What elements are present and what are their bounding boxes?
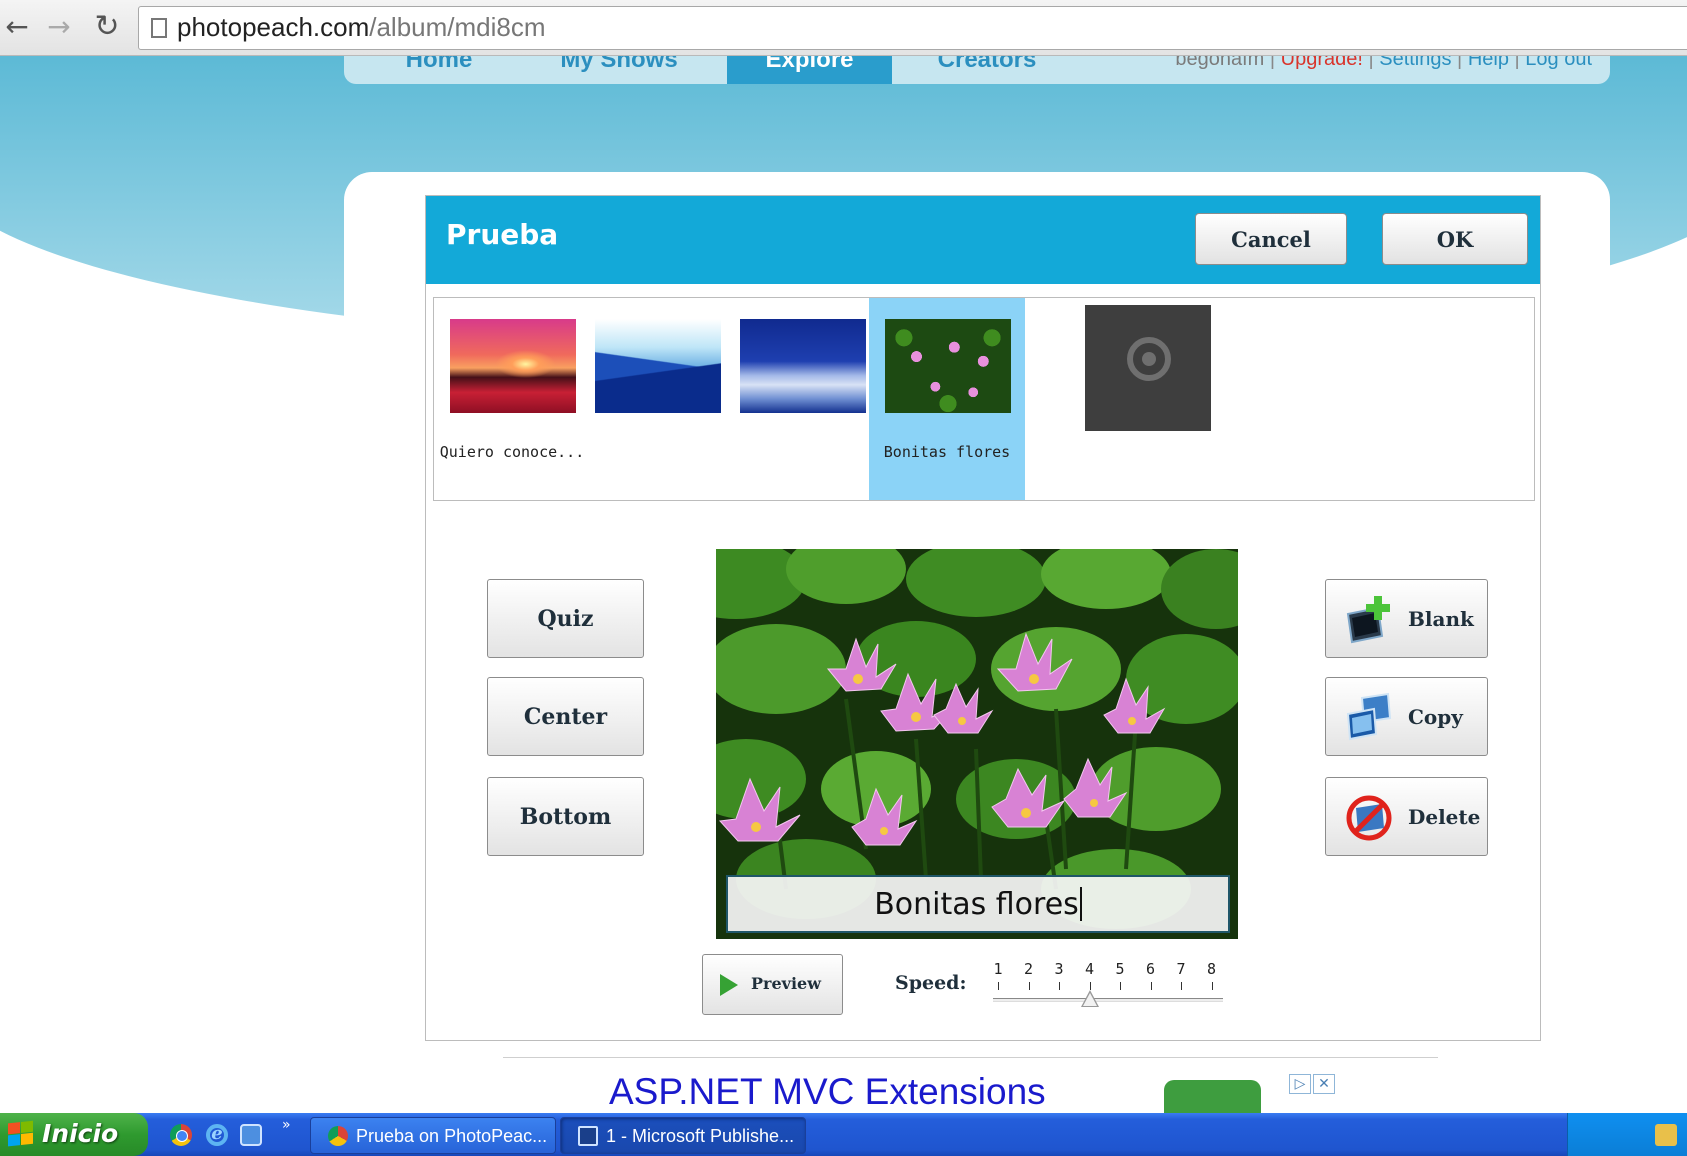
speed-tick-label: 8: [1206, 960, 1217, 978]
speed-slider[interactable]: 1 2 3 4 5 6 7 8: [991, 960, 1229, 1010]
thumbnail-item-selected[interactable]: Bonitas flores: [869, 298, 1025, 500]
center-button[interactable]: Center: [487, 677, 644, 756]
browser-toolbar: ← → ↻ photopeach.com/album/mdi8cm: [0, 0, 1687, 56]
close-ad-icon[interactable]: ✕: [1313, 1074, 1335, 1094]
app-quicklaunch-icon[interactable]: [240, 1124, 262, 1146]
thumbnail-item[interactable]: [724, 298, 880, 500]
copy-label: Copy: [1408, 704, 1463, 729]
settings-link[interactable]: Settings: [1379, 56, 1451, 70]
logout-link[interactable]: Log out: [1525, 56, 1592, 70]
bottom-button[interactable]: Bottom: [487, 777, 644, 856]
speed-tick-mark: [1089, 982, 1091, 990]
flowers-thumbnail: [885, 319, 1011, 413]
editor-header: Prueba Cancel OK: [426, 196, 1540, 284]
blank-slide-icon: [1346, 596, 1390, 644]
sunset-thumbnail: [450, 319, 576, 413]
task-button-publisher[interactable]: 1 - Microsoft Publishe...: [560, 1117, 806, 1154]
speed-tick-label: 5: [1115, 960, 1125, 978]
play-icon: [720, 974, 738, 996]
blank-label: Blank: [1408, 606, 1474, 631]
page-icon: [151, 18, 167, 38]
slider-track[interactable]: [993, 998, 1223, 1002]
back-arrow-icon[interactable]: ←: [0, 8, 34, 46]
speed-tick-mark: [1120, 982, 1121, 990]
help-link[interactable]: Help: [1468, 56, 1509, 70]
slide-editor: Prueba Cancel OK Quiero conoce... Bonita…: [425, 195, 1541, 1041]
start-label: Inicio: [42, 1119, 119, 1148]
speed-label: Speed:: [895, 972, 967, 994]
placeholder-thumbnail[interactable]: [1085, 305, 1211, 431]
url-domain: photopeach.com: [177, 12, 370, 42]
ie-quicklaunch-icon[interactable]: e: [206, 1124, 228, 1146]
speed-tick-mark: [998, 982, 999, 990]
thumbnail-strip: Quiero conoce... Bonitas flores: [433, 297, 1535, 501]
cancel-button[interactable]: Cancel: [1195, 213, 1347, 265]
separator: |: [1362, 56, 1380, 70]
task-label: 1 - Microsoft Publishe...: [606, 1126, 795, 1146]
speed-tick-label: 4: [1084, 960, 1095, 978]
separator: |: [1264, 56, 1281, 70]
chrome-icon: [328, 1126, 348, 1146]
ad-divider: [503, 1057, 1438, 1058]
delete-button[interactable]: Delete: [1325, 777, 1488, 856]
separator: |: [1451, 56, 1468, 70]
delete-label: Delete: [1408, 804, 1481, 829]
speed-tick-mark: [1028, 982, 1030, 990]
copy-slide-icon: [1346, 692, 1392, 741]
speed-tick-mark: [1059, 982, 1060, 990]
forward-arrow-icon[interactable]: →: [42, 8, 76, 46]
copy-button[interactable]: Copy: [1325, 677, 1488, 756]
mountains-thumbnail: [595, 319, 721, 413]
thumbnail-caption: Bonitas flores: [883, 443, 1011, 461]
task-label: Prueba on PhotoPeac...: [356, 1126, 548, 1146]
ok-button[interactable]: OK: [1382, 213, 1528, 265]
ad-link[interactable]: ASP.NET MVC Extensions: [609, 1071, 1046, 1113]
username: begonafm: [1175, 56, 1265, 70]
taskbar: Inicio e » Prueba on PhotoPeac... 1 - Mi…: [0, 1113, 1687, 1156]
windows-logo-icon: [8, 1120, 34, 1148]
tray-icon[interactable]: [1655, 1124, 1677, 1146]
address-bar[interactable]: photopeach.com/album/mdi8cm: [138, 6, 1687, 50]
speed-tick-label: 6: [1145, 960, 1156, 978]
thumbnail-item[interactable]: [579, 298, 735, 500]
separator: |: [1508, 56, 1526, 70]
speed-tick-mark: [1211, 982, 1213, 990]
adchoices-icon[interactable]: ▷: [1289, 1074, 1311, 1094]
user-links: begonafm | Upgrade! | Settings | Help | …: [1175, 56, 1592, 74]
reload-icon[interactable]: ↻: [90, 8, 124, 46]
quiz-button[interactable]: Quiz: [487, 579, 644, 658]
url-text[interactable]: photopeach.com/album/mdi8cm: [177, 12, 546, 43]
nav-tab-home[interactable]: Home: [344, 56, 534, 84]
publisher-icon: [578, 1126, 598, 1146]
speed-tick-label: 3: [1054, 960, 1064, 978]
preview-button[interactable]: Preview: [702, 954, 843, 1015]
preview-label: Preview: [751, 974, 821, 993]
text-caret: [1079, 887, 1082, 921]
editor-title: Prueba: [446, 218, 559, 251]
nav-tab-creators[interactable]: Creators: [892, 56, 1082, 84]
quicklaunch-more[interactable]: »: [282, 1117, 291, 1133]
nav-tab-explore[interactable]: Explore: [727, 56, 892, 84]
speed-tick-label: 1: [993, 960, 1003, 978]
caption-input[interactable]: Bonitas flores: [726, 875, 1230, 933]
loading-placeholder-icon: [1127, 337, 1171, 381]
speed-tick-label: 7: [1176, 960, 1186, 978]
task-button-chrome[interactable]: Prueba on PhotoPeac...: [310, 1117, 556, 1154]
thumbnail-item[interactable]: Quiero conoce...: [434, 298, 590, 500]
nav-tab-my-shows[interactable]: My Shows: [534, 56, 704, 84]
start-button[interactable]: Inicio: [0, 1113, 148, 1156]
blank-button[interactable]: Blank: [1325, 579, 1488, 658]
upgrade-link[interactable]: Upgrade!: [1281, 56, 1363, 70]
slider-thumb[interactable]: [1080, 990, 1099, 1007]
caption-text: Bonitas flores: [874, 886, 1079, 922]
thumbnail-caption: Quiero conoce...: [439, 443, 585, 461]
speed-tick-mark: [1150, 982, 1152, 990]
waves-thumbnail: [740, 319, 866, 413]
speed-tick-mark: [1181, 982, 1182, 990]
speed-tick-label: 2: [1023, 960, 1034, 978]
chrome-quicklaunch-icon[interactable]: [170, 1124, 192, 1146]
url-path: /album/mdi8cm: [369, 12, 546, 42]
slide-preview: Bonitas flores: [716, 549, 1238, 939]
delete-slide-icon: [1346, 795, 1392, 841]
